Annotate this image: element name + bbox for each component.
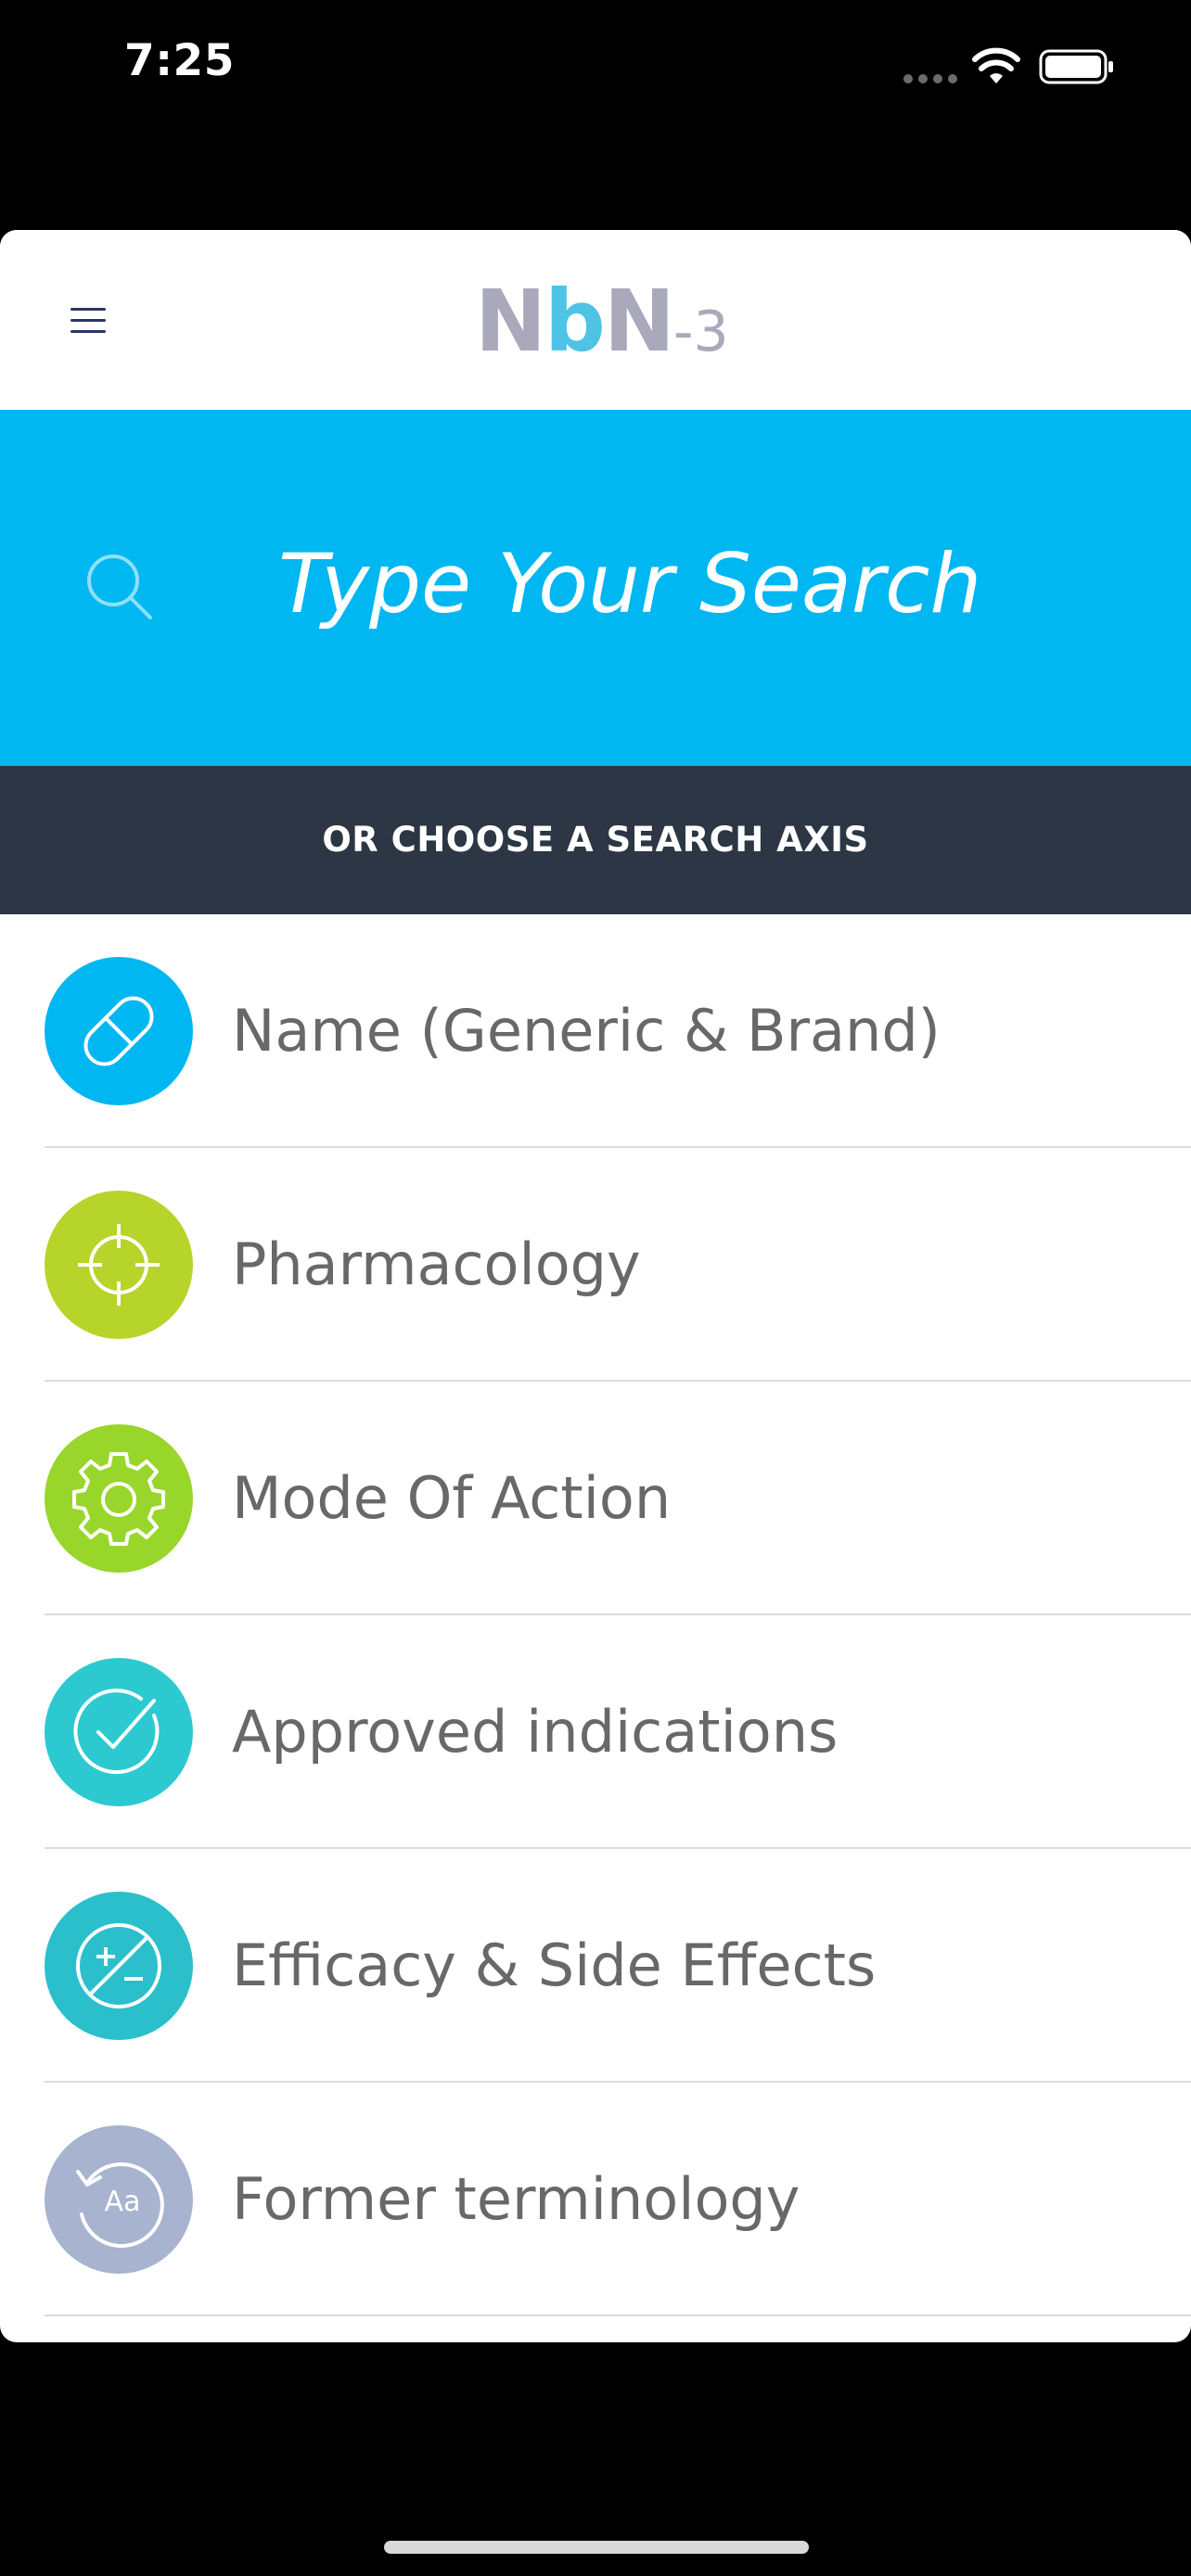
history-text-icon: Aa (45, 2125, 193, 2274)
plus-minus-icon (45, 1892, 193, 2040)
axis-item-label: Name (Generic & Brand) (232, 997, 941, 1065)
screen: 7:25 NbN-3 Type Your Search OR CHOOSE A … (0, 0, 1191, 2576)
search-axis-header: OR CHOOSE A SEARCH AXIS (0, 766, 1191, 914)
gear-icon (45, 1424, 193, 1573)
logo-version: -3 (672, 300, 729, 364)
axis-item-mode-of-action[interactable]: Mode Of Action (0, 1382, 1191, 1615)
status-bar: 7:25 (0, 0, 1191, 139)
wifi-icon (972, 47, 1020, 83)
axis-item-label: Mode Of Action (232, 1464, 672, 1532)
cellular-signal-icon (903, 74, 957, 83)
home-indicator[interactable] (384, 2541, 809, 2554)
app-card: NbN-3 OR CHOOSE A SEARCH AXIS (0, 230, 1191, 2342)
axis-item-approved-indications[interactable]: Approved indications (0, 1615, 1191, 1849)
axis-item-efficacy-side-effects[interactable]: Efficacy & Side Effects (0, 1849, 1191, 2083)
svg-text:Aa: Aa (105, 2186, 141, 2218)
pill-icon (45, 957, 193, 1105)
axis-item-pharmacology[interactable]: Pharmacology (0, 1148, 1191, 1382)
logo-letter-b: b (544, 272, 606, 371)
axis-item-label: Efficacy & Side Effects (232, 1932, 877, 1999)
axis-item-label: Approved indications (232, 1698, 839, 1766)
axis-item-label: Pharmacology (232, 1231, 641, 1298)
logo-letter-n: N (475, 272, 546, 371)
nav-bar: NbN-3 (0, 230, 1191, 410)
status-time: 7:25 (124, 35, 235, 86)
app-logo: NbN-3 (475, 271, 729, 373)
search-icon[interactable] (82, 549, 156, 623)
logo-letter-n: N (603, 272, 675, 371)
crosshair-icon (45, 1191, 193, 1339)
search-axis-list: Name (Generic & Brand) Pharmacology Mode… (0, 914, 1191, 2316)
search-bar (0, 410, 1191, 766)
axis-item-name[interactable]: Name (Generic & Brand) (0, 914, 1191, 1148)
battery-full-icon (1039, 49, 1113, 84)
divider (45, 2315, 1191, 2316)
axis-item-former-terminology[interactable]: Aa Former terminology (0, 2083, 1191, 2316)
search-input[interactable] (278, 523, 1113, 644)
hamburger-menu-icon[interactable] (56, 291, 122, 347)
axis-item-label: Former terminology (232, 2165, 800, 2233)
checkmark-circle-icon (45, 1658, 193, 1806)
